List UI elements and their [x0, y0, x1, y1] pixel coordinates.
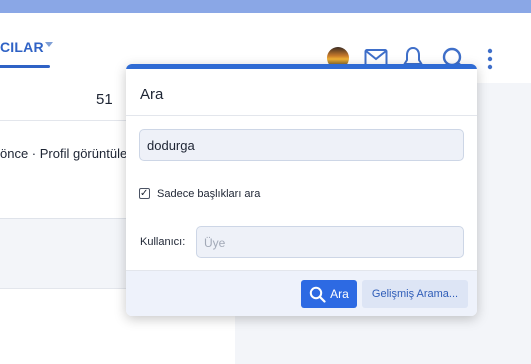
advanced-search-button[interactable]: Gelişmiş Arama...	[362, 280, 468, 308]
nav-tab-active[interactable]: CILAR	[0, 39, 44, 55]
titles-only-label[interactable]: Sadece başlıkları ara	[157, 188, 260, 200]
search-popup: Ara dodurga ✓ Sadece başlıkları ara Kull…	[126, 64, 477, 316]
search-button[interactable]: Ara	[301, 280, 357, 308]
popup-accent-bar	[126, 64, 477, 69]
check-icon: ✓	[140, 188, 149, 199]
search-button-label: Ara	[330, 287, 349, 301]
nav-tab-underline	[0, 65, 50, 68]
search-input[interactable]: dodurga	[139, 129, 464, 161]
divider	[126, 115, 477, 116]
more-vertical-icon[interactable]	[484, 48, 496, 70]
popup-title: Ara	[140, 86, 164, 103]
chevron-down-icon[interactable]	[45, 42, 53, 47]
user-field-label: Kullanıcı:	[140, 236, 186, 248]
count-value: 51	[96, 91, 113, 108]
search-icon	[309, 286, 326, 303]
advanced-search-label: Gelişmiş Arama...	[371, 288, 459, 300]
top-bar	[0, 0, 531, 13]
user-input[interactable]: Üye	[196, 226, 464, 258]
